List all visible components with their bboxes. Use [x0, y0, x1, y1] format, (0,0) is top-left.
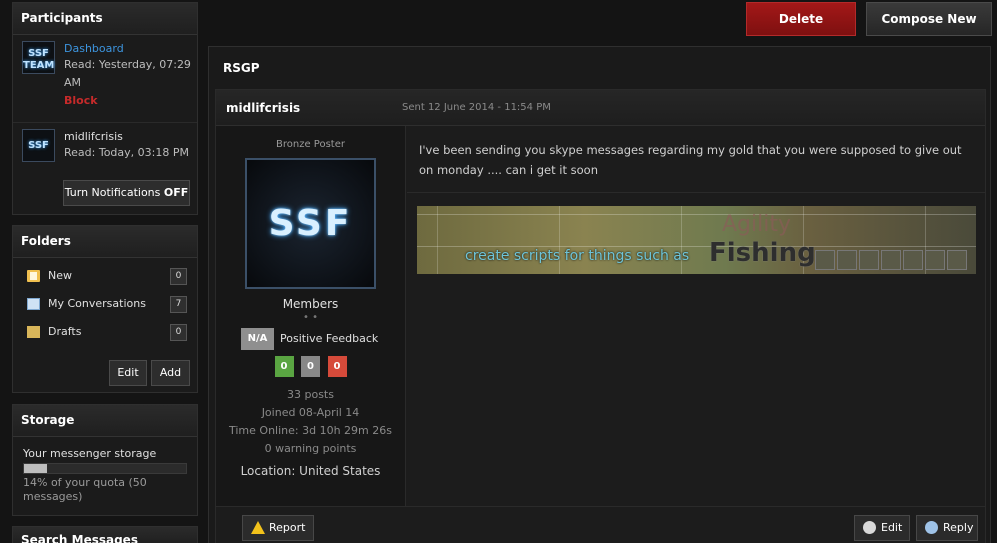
folders-title: Folders	[13, 226, 197, 258]
participant-name: midlifcrisis	[64, 130, 123, 143]
edit-bubble-icon	[863, 521, 876, 534]
skill-icon	[859, 250, 879, 270]
join-date: Joined 08-April 14	[261, 406, 360, 419]
participant-midlifcrisis: SSF midlifcrisis Read: Today, 03:18 PM	[13, 123, 197, 175]
post-count: 33 posts	[287, 388, 334, 401]
add-folder-button[interactable]: Add	[151, 360, 190, 386]
message-body: I've been sending you skype messages reg…	[407, 126, 985, 193]
document-icon	[27, 270, 40, 282]
post-footer: Report Edit Reply	[216, 506, 985, 543]
storage-panel: Storage Your messenger storage 14% of yo…	[12, 404, 198, 516]
participant-read-time: Read: Today, 03:18 PM	[64, 146, 189, 159]
toggle-notifications-button[interactable]: Turn Notifications OFF	[63, 180, 190, 206]
edit-post-button[interactable]: Edit	[854, 515, 910, 541]
signature-banner: Agility create scripts for things such a…	[417, 206, 976, 274]
reply-button[interactable]: Reply	[916, 515, 978, 541]
folder-count: 0	[170, 268, 187, 285]
folder-label: Drafts	[48, 325, 82, 338]
skill-icon	[947, 250, 967, 270]
block-link[interactable]: Block	[64, 92, 191, 110]
message-post: midlifcrisis Sent 12 June 2014 - 11:54 P…	[215, 89, 986, 543]
notifications-state: OFF	[163, 186, 189, 199]
post-header: midlifcrisis Sent 12 June 2014 - 11:54 P…	[216, 90, 985, 126]
group-pips: • •	[303, 312, 318, 323]
neutral-feedback-count: 0	[301, 356, 320, 377]
search-messages-title: Search Messages	[12, 526, 198, 543]
post-author[interactable]: midlifcrisis	[226, 90, 300, 126]
feedback-label[interactable]: Positive Feedback	[280, 328, 378, 350]
participant-dashboard: SSF TEAM Dashboard Read: Yesterday, 07:2…	[13, 35, 197, 123]
feedback-row: N/A Positive Feedback	[216, 328, 405, 350]
signature-skill-icons	[815, 250, 967, 272]
folders-panel: Folders New 0 My Conversations 7 Drafts …	[12, 225, 198, 393]
author-avatar[interactable]: SSF	[245, 158, 376, 289]
user-location: Location: United States	[240, 464, 381, 478]
participant-read-time: Read: Yesterday, 07:29 AM	[64, 58, 191, 89]
conversation-panel: RSGP midlifcrisis Sent 12 June 2014 - 11…	[208, 46, 991, 543]
participant-name-link[interactable]: Dashboard	[64, 41, 191, 56]
compose-new-button[interactable]: Compose New	[866, 2, 992, 36]
signature-highlight: Fishing	[709, 238, 816, 268]
user-group: Members	[282, 297, 339, 311]
skill-icon	[881, 250, 901, 270]
report-label: Report	[269, 521, 306, 534]
negative-feedback-count: 0	[327, 356, 347, 377]
skill-icon	[815, 250, 835, 270]
signature-faded-text: Agility	[722, 212, 791, 237]
participants-panel: Participants SSF TEAM Dashboard Read: Ye…	[12, 2, 198, 215]
notifications-label: Turn Notifications	[64, 186, 161, 199]
skill-icon	[925, 250, 945, 270]
delete-button[interactable]: Delete	[746, 2, 856, 36]
author-info: Bronze Poster SSF Members • • N/A Positi…	[216, 126, 406, 506]
user-rank: Bronze Poster	[276, 139, 345, 150]
reply-label: Reply	[943, 521, 974, 534]
folder-label: New	[48, 269, 72, 282]
folder-count: 0	[170, 324, 187, 341]
storage-title: Storage	[13, 405, 197, 437]
drafts-icon	[27, 326, 40, 338]
storage-progress-bar	[23, 463, 187, 474]
post-content: I've been sending you skype messages reg…	[407, 126, 985, 274]
participants-title: Participants	[13, 3, 197, 35]
report-button[interactable]: Report	[242, 515, 314, 541]
avatar[interactable]: SSF TEAM	[22, 41, 55, 74]
post-sent-date: Sent 12 June 2014 - 11:54 PM	[402, 102, 551, 113]
folder-drafts[interactable]: Drafts 0	[13, 318, 197, 346]
storage-progress-fill	[24, 464, 47, 473]
warning-points: 0 warning points	[264, 442, 357, 455]
folder-count: 7	[170, 296, 187, 313]
reply-bubble-icon	[925, 521, 938, 534]
folder-label: My Conversations	[48, 297, 146, 310]
positive-feedback-count: 0	[274, 356, 294, 377]
warning-icon	[251, 521, 265, 534]
storage-quota-text: 14% of your quota (50 messages)	[23, 476, 147, 503]
avatar-logo-text: SSF	[268, 203, 353, 244]
feedback-counts: 0 0 0	[216, 356, 405, 378]
skill-icon	[837, 250, 857, 270]
folder-new[interactable]: New 0	[13, 262, 197, 290]
signature-text: create scripts for things such as	[465, 248, 690, 264]
edit-label: Edit	[881, 521, 903, 534]
avatar[interactable]: SSF	[22, 129, 55, 162]
mail-icon	[27, 298, 40, 310]
conversation-title: RSGP	[223, 61, 260, 75]
folder-my-conversations[interactable]: My Conversations 7	[13, 290, 197, 318]
edit-folders-button[interactable]: Edit	[109, 360, 147, 386]
time-online: Time Online: 3d 10h 29m 26s	[229, 424, 392, 437]
skill-icon	[903, 250, 923, 270]
storage-label: Your messenger storage	[23, 447, 157, 460]
feedback-badge: N/A	[241, 328, 274, 350]
